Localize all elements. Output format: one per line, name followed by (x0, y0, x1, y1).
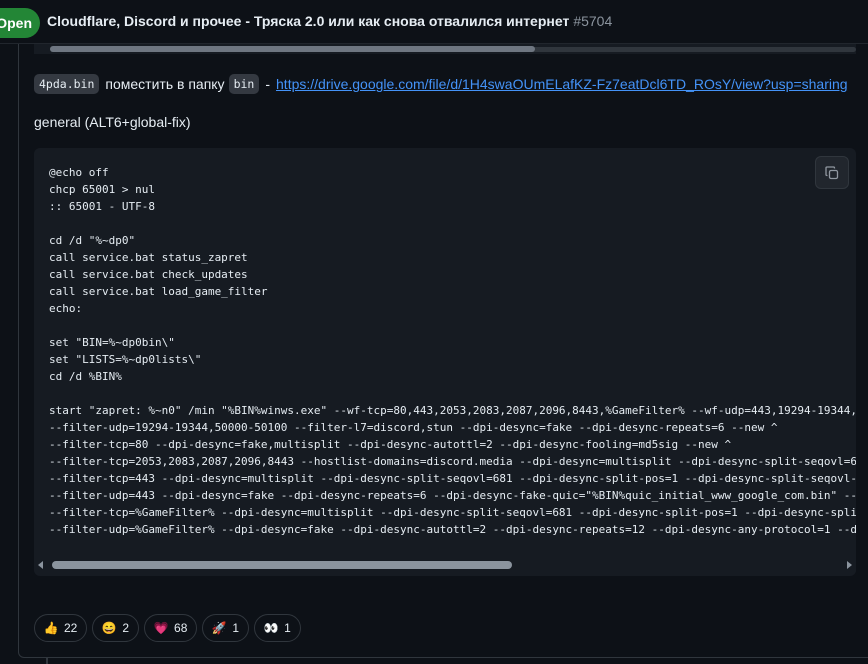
copy-icon (825, 165, 839, 179)
code-line: --filter-udp=19294-19344,50000-50100 --f… (49, 421, 778, 434)
issue-header: Open Cloudflare, Discord и прочее - Тряс… (0, 0, 868, 44)
issue-title: Cloudflare, Discord и прочее - Тряска 2.… (47, 13, 612, 29)
code-line: call service.bat load_game_filter (49, 285, 268, 298)
code-block: @echo offchcp 65001 > nul:: 65001 - UTF-… (34, 148, 856, 576)
previous-code-scrollbar[interactable] (34, 44, 856, 54)
code-line: cd /d "%~dp0" (49, 234, 136, 247)
code-line: --filter-tcp=2053,2083,2087,2096,8443 --… (49, 455, 856, 468)
status-label: Open (0, 15, 32, 31)
reaction-count: 1 (232, 621, 240, 635)
folder-name-code: bin (228, 74, 260, 94)
code-line: set "BIN=%~dp0bin\" (49, 336, 175, 349)
reaction-count: 1 (284, 621, 291, 635)
code-line: start "zapret: %~n0" /min "%BIN%winws.ex… (49, 404, 856, 417)
scroll-left-arrow-icon[interactable] (38, 561, 43, 569)
code-line: --filter-udp=%GameFilter% --dpi-desync=f… (49, 523, 856, 536)
code-line: :: 65001 - UTF-8 (49, 200, 155, 213)
code-horizontal-scrollbar[interactable] (34, 558, 856, 572)
code-line: chcp 65001 > nul (49, 183, 155, 196)
code-line: call service.bat status_zapret (49, 251, 248, 264)
issue-number: #5704 (573, 13, 613, 29)
code-line: --filter-udp=443 --dpi-desync=fake --dpi… (49, 489, 856, 502)
code-line: @echo off (49, 166, 109, 179)
scrollbar-thumb[interactable] (50, 46, 535, 52)
reaction-thumbs-up[interactable]: 👍 22 (34, 614, 88, 642)
thumbs-up-icon: 👍 (43, 621, 59, 635)
eyes-icon: 👀 (263, 621, 279, 635)
reactions-bar: 👍 22 😄 2 💗 68 🚀 1 👀 1 (34, 614, 301, 642)
file-name-code: 4pda.bin (34, 74, 100, 94)
separator-dash: - (265, 76, 271, 92)
status-badge: Open (0, 8, 40, 38)
code-line: call service.bat check_updates (49, 268, 248, 281)
download-link[interactable]: https://drive.google.com/file/d/1H4swaOU… (276, 76, 848, 92)
reaction-count: 68 (174, 621, 188, 635)
reaction-heart[interactable]: 💗 68 (144, 614, 198, 642)
code-line: --filter-tcp=443 --dpi-desync=multisplit… (49, 472, 856, 485)
reaction-laugh[interactable]: 😄 2 (92, 614, 140, 642)
instruction-line: 4pda.bin поместить в папку bin - https:/… (34, 74, 848, 94)
heart-icon: 💗 (153, 621, 169, 635)
issue-title-text: Cloudflare, Discord и прочее - Тряска 2.… (47, 13, 570, 29)
code-line: set "LISTS=%~dp0lists\" (49, 353, 202, 366)
code-content: @echo offchcp 65001 > nul:: 65001 - UTF-… (49, 164, 856, 538)
reaction-eyes[interactable]: 👀 1 (254, 614, 301, 642)
reaction-rocket[interactable]: 🚀 1 (202, 614, 250, 642)
scrollbar-thumb[interactable] (52, 561, 512, 569)
code-line: --filter-tcp=80 --dpi-desync=fake,multis… (49, 438, 732, 451)
reaction-count: 2 (122, 621, 130, 635)
scroll-right-arrow-icon[interactable] (847, 561, 852, 569)
code-line: --filter-tcp=%GameFilter% --dpi-desync=m… (49, 506, 856, 519)
code-line: cd /d %BIN% (49, 370, 122, 383)
reaction-count: 22 (64, 621, 78, 635)
copy-button[interactable] (815, 156, 849, 189)
code-line: echo: (49, 302, 83, 315)
instruction-text: поместить в папку (105, 76, 225, 92)
section-title: general (ALT6+global-fix) (34, 114, 191, 130)
laugh-icon: 😄 (101, 621, 117, 635)
rocket-icon: 🚀 (211, 621, 227, 635)
